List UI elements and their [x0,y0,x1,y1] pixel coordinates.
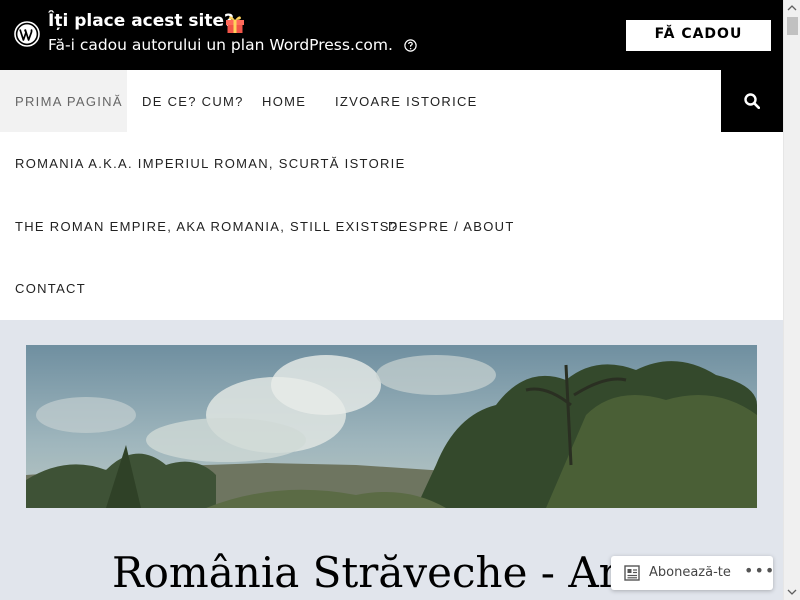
nav-item-contact[interactable]: CONTACT [15,281,86,296]
promo-subtitle: Fă-i cadou autorului un plan WordPress.c… [48,36,417,54]
header-landscape-image [26,345,757,508]
search-button[interactable] [721,70,783,132]
main-navigation: PRIMA PAGINĂ DE CE? CUM? HOME IZVOARE IS… [0,70,783,320]
scroll-up-arrow-icon[interactable] [784,0,800,17]
gift-plan-button[interactable]: FĂ CADOU [626,20,771,51]
more-options-icon[interactable]: ••• [744,561,775,580]
subscribe-widget[interactable]: Abonează-te ••• [611,556,775,590]
reader-icon [624,565,640,581]
promo-bar: Îți place acest site? Fă-i cadou autorul… [0,0,800,70]
nav-item-prima-pagina[interactable]: PRIMA PAGINĂ [0,70,127,132]
wordpress-logo-icon[interactable] [14,21,40,47]
vertical-scrollbar[interactable] [783,0,800,600]
scroll-down-arrow-icon[interactable] [784,583,800,600]
nav-item-izvoare-istorice[interactable]: IZVOARE ISTORICE [335,94,478,109]
nav-item-romania-aka[interactable]: ROMANIA A.K.A. IMPERIUL ROMAN, SCURTĂ IS… [15,156,406,171]
promo-title: Îți place acest site? [48,11,234,31]
nav-item-de-ce-cum[interactable]: DE CE? CUM? [142,94,244,109]
nav-item-roman-empire[interactable]: THE ROMAN EMPIRE, AKA ROMANIA, STILL EXI… [15,219,398,234]
nav-item-despre-about[interactable]: DESPRE / ABOUT [388,219,515,234]
search-icon [744,93,760,109]
scrollbar-thumb[interactable] [787,17,798,35]
help-icon[interactable] [404,39,417,52]
promo-subtitle-text: Fă-i cadou autorului un plan WordPress.c… [48,36,393,54]
subscribe-label[interactable]: Abonează-te [649,565,731,580]
nav-item-home[interactable]: HOME [262,94,306,109]
gift-icon [226,16,244,33]
